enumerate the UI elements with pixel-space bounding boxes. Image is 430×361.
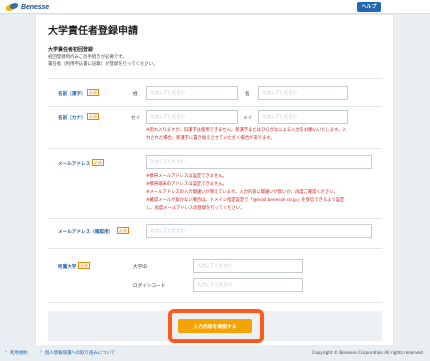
login-code-label: ログインコード xyxy=(133,284,166,289)
divider xyxy=(48,148,382,149)
benesse-logo[interactable]: Benesse xyxy=(4,2,50,12)
university-id-label: 大学ID xyxy=(133,265,148,270)
first-name-kana-label: メイ xyxy=(243,116,253,121)
email-input[interactable] xyxy=(146,155,372,169)
email-label: メールアドレス xyxy=(58,162,91,167)
section-title: 大学責任者初回登録 xyxy=(48,47,94,53)
name-kana-label: 名前（カナ） xyxy=(58,116,86,121)
last-name-kanji-input[interactable] xyxy=(146,86,238,100)
first-name-label: 名 xyxy=(245,92,250,97)
email-confirm-input[interactable] xyxy=(146,224,372,238)
copyright: Copyright © Benesse Corporation All righ… xyxy=(312,350,424,355)
name-kanji-label: 名前（漢字） xyxy=(58,92,86,97)
email-note-2: ※携帯端末のアドレスは設定できません。 xyxy=(146,182,227,187)
required-badge: 必須 xyxy=(87,89,99,96)
email-note-4: ※確認メールが届かない場合は、ドメイン指定設定で「@mail.benesse.c… xyxy=(146,198,345,203)
first-name-kanji-input[interactable] xyxy=(258,86,348,100)
first-name-kana-input[interactable] xyxy=(258,110,348,124)
university-id-input[interactable] xyxy=(193,259,303,273)
last-name-kana-label: セイ xyxy=(131,116,141,121)
last-name-kana-input[interactable] xyxy=(146,110,238,124)
email-note-5: し、再度メールアドレスの登録を行ってください。 xyxy=(146,206,245,211)
privacy-link[interactable]: 個人情報保護への取り組みについて xyxy=(45,350,115,356)
benesse-logo-icon xyxy=(4,2,20,12)
required-badge: 必須 xyxy=(78,262,90,269)
chevron-right-icon: › xyxy=(40,349,42,355)
email-confirm-label: メールアドレス（確認用） xyxy=(58,230,114,235)
divider xyxy=(48,302,382,303)
required-badge: 必須 xyxy=(87,113,99,120)
help-button[interactable]: ヘルプ xyxy=(357,2,381,12)
chevron-right-icon: › xyxy=(5,349,7,355)
logo-text: Benesse xyxy=(21,3,50,11)
last-name-label: 姓 xyxy=(133,92,138,97)
intro-text-2: 責任者（利用申込書に記載）が登録を行ってください。 xyxy=(48,62,158,67)
page-title: 大学責任者登録申請 xyxy=(48,26,138,37)
divider xyxy=(48,78,382,79)
required-badge: 必須 xyxy=(92,159,104,166)
email-note-1: ※携帯メールアドレスは設定できません。 xyxy=(146,174,227,179)
kana-note-2: 力された場合、新漢字に置き換えさせていただく場合があります。 xyxy=(146,136,275,141)
divider xyxy=(48,218,382,219)
divider xyxy=(48,248,382,249)
required-badge: 必須 xyxy=(117,227,129,234)
login-code-input[interactable] xyxy=(193,278,303,292)
divider xyxy=(48,106,382,107)
confirm-input-button[interactable]: 入力内容を確認する xyxy=(178,319,252,333)
email-note-3: ※メールアドレスの入力間違いが増えています。入力内容に間違いが無いか、再度ご確認… xyxy=(146,190,338,195)
intro-text-1: 初回登録時のみこの手続きが必要です。 xyxy=(48,55,127,60)
terms-link[interactable]: 利用規約 xyxy=(10,350,28,356)
university-label: 所属大学 xyxy=(58,265,77,270)
kana-note-1: ※恐れ入りますが、旧漢字は使用できません。新漢字またはひらがなによる入力をお願い… xyxy=(146,128,347,133)
